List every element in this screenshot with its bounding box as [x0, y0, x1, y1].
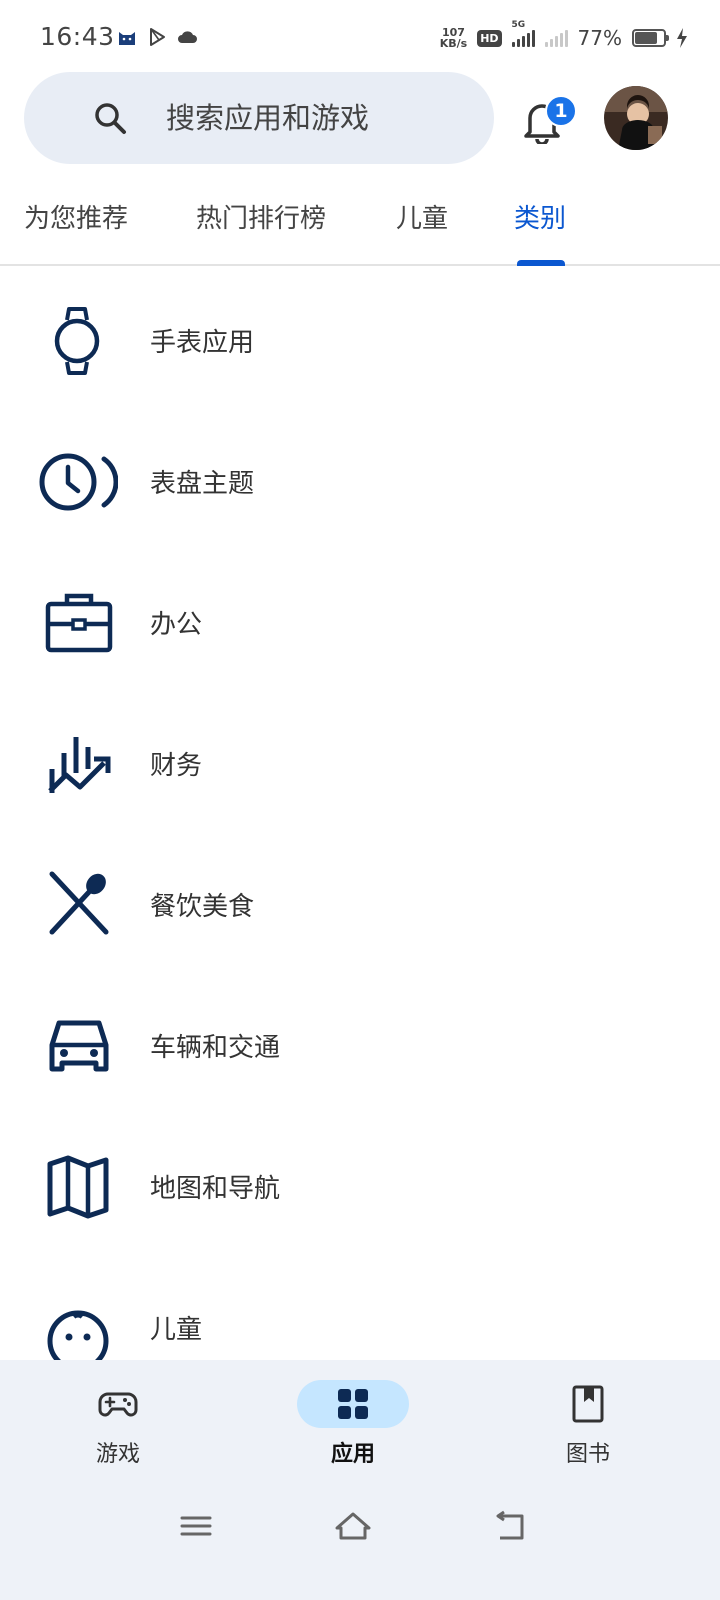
- tab-recommended[interactable]: 为您推荐: [24, 198, 128, 235]
- hd-voice-badge: HD: [477, 29, 502, 47]
- category-item-kids[interactable]: 儿童: [0, 1255, 720, 1360]
- category-item-office[interactable]: 办公: [0, 550, 720, 691]
- menu-icon[interactable]: [176, 1506, 216, 1546]
- gamepad-icon: [98, 1392, 138, 1417]
- category-label: 手表应用: [150, 328, 255, 358]
- category-item-vehicles[interactable]: 车辆和交通: [0, 973, 720, 1114]
- tab-categories[interactable]: 类别: [514, 198, 566, 235]
- top-tab-bar: 为您推荐 热门排行榜 儿童 类别: [0, 180, 720, 266]
- category-item-maps[interactable]: 地图和导航: [0, 1114, 720, 1255]
- finance-chart-icon: [48, 737, 111, 793]
- back-icon[interactable]: [490, 1506, 530, 1546]
- category-item-finance[interactable]: 财务: [0, 691, 720, 832]
- battery-fill: [635, 32, 657, 44]
- category-item-food-drink[interactable]: 餐饮美食: [0, 832, 720, 973]
- network-speed: 107 KB/s: [440, 27, 467, 49]
- active-tab-indicator: [517, 260, 565, 266]
- category-label: 车辆和交通: [150, 1033, 281, 1063]
- category-label: 地图和导航: [150, 1174, 281, 1204]
- signal-sim2-icon: [544, 29, 568, 47]
- nav-label: 游戏: [95, 1442, 140, 1467]
- status-time: 16:43: [40, 22, 115, 51]
- car-icon: [49, 1020, 109, 1072]
- apps-grid-icon: [338, 1389, 368, 1419]
- play-store-screen: 16:43 107 KB/s HD 5G 77% 搜索应用和游戏 1 为您推荐 …: [0, 0, 720, 1600]
- cat-app-icon: [119, 32, 135, 45]
- map-icon: [47, 1155, 109, 1219]
- utensils-icon: [49, 871, 109, 935]
- nav-label: 应用: [330, 1442, 375, 1467]
- nav-item-apps[interactable]: 应用: [273, 1378, 433, 1478]
- network-type-label: 5G: [511, 20, 526, 30]
- nav-item-games[interactable]: 游戏: [38, 1378, 198, 1478]
- battery-icon: [632, 29, 669, 47]
- status-notification-icons: [116, 26, 198, 48]
- briefcase-icon: [45, 593, 113, 653]
- notifications-button[interactable]: 1: [512, 90, 577, 150]
- search-bar[interactable]: [24, 72, 494, 164]
- category-label: 表盘主题: [150, 469, 255, 499]
- watch-face-icon: [39, 453, 118, 511]
- kids-icon: [47, 1310, 109, 1360]
- search-icon: [95, 103, 126, 134]
- avatar-photo: [604, 86, 668, 150]
- system-navigation-bar: [0, 1490, 720, 1570]
- category-label: 办公: [150, 610, 203, 640]
- signal-5g: 5G: [511, 20, 535, 47]
- home-icon[interactable]: [333, 1506, 373, 1546]
- category-label: 儿童: [150, 1315, 203, 1345]
- category-label: 财务: [150, 751, 203, 781]
- search-input[interactable]: [166, 94, 486, 142]
- category-list: 手表应用 表盘主题 办公 财务 餐饮美食 车辆和交通 地图和导航 儿童: [0, 268, 720, 1360]
- status-bar: 16:43 107 KB/s HD 5G 77%: [0, 0, 720, 76]
- cloud-icon: [178, 31, 197, 43]
- signal-strength-icon: [511, 29, 535, 47]
- category-item-watch-apps[interactable]: 手表应用: [0, 268, 720, 409]
- status-right-group: 107 KB/s HD 5G 77%: [440, 20, 688, 54]
- tab-kids[interactable]: 儿童: [396, 198, 448, 235]
- charging-icon: [677, 28, 687, 48]
- nav-label: 图书: [565, 1442, 610, 1467]
- notification-count-badge: 1: [545, 95, 577, 127]
- book-icon: [572, 1385, 604, 1423]
- tab-top-charts[interactable]: 热门排行榜: [196, 198, 326, 235]
- category-label: 餐饮美食: [150, 892, 255, 922]
- network-speed-unit: KB/s: [439, 37, 468, 50]
- play-store-notification-icon: [150, 28, 165, 46]
- nav-item-books[interactable]: 图书: [508, 1378, 668, 1478]
- battery-percent: 77%: [577, 26, 622, 50]
- watch-icon: [54, 307, 100, 375]
- account-avatar[interactable]: [604, 86, 668, 150]
- category-item-watch-faces[interactable]: 表盘主题: [0, 409, 720, 550]
